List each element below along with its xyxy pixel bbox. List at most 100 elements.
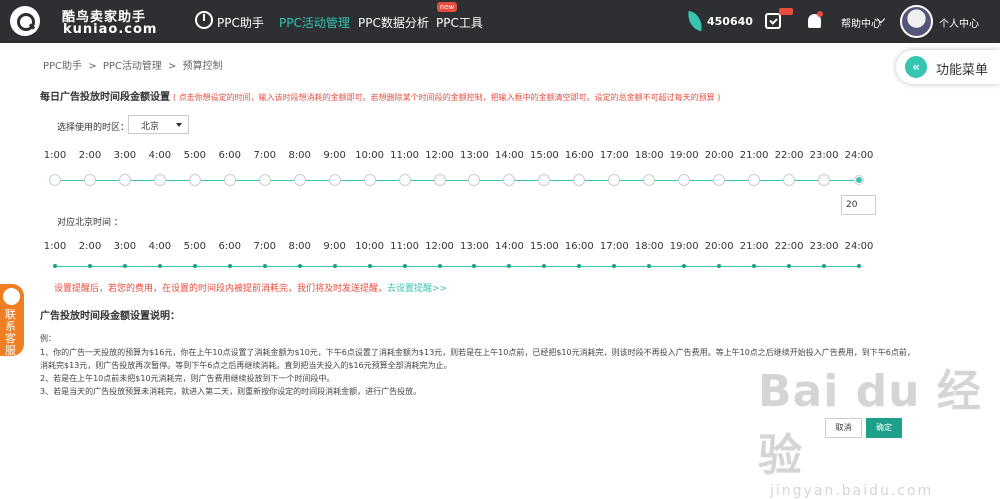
hour-label: 10:00 (355, 150, 385, 161)
avatar[interactable] (900, 5, 933, 38)
hour-node-selected[interactable] (855, 176, 863, 184)
hour-node[interactable] (678, 174, 691, 186)
section-title-text: 每日广告投放时间段金额设置 (40, 92, 170, 103)
hour-node[interactable] (49, 174, 61, 186)
hour-label: 6:00 (218, 241, 242, 252)
hour-node[interactable] (433, 174, 446, 186)
hour-node[interactable] (818, 174, 831, 186)
hour-node[interactable] (118, 174, 131, 186)
hour-label: 15:00 (529, 241, 559, 252)
hour-label: 15:00 (529, 150, 559, 161)
hour-label: 23:00 (809, 150, 839, 161)
hour-label: 10:00 (355, 241, 385, 252)
hour-amount-input[interactable]: 20 (841, 195, 876, 215)
hour-label: 13:00 (460, 150, 489, 161)
user-center-link[interactable]: 个人中心 (939, 15, 979, 30)
hour-label: 19:00 (669, 241, 699, 252)
nav-ppc-data-analysis[interactable]: PPC数据分析 (358, 14, 429, 31)
beijing-hour-node (717, 264, 722, 268)
hour-label: 4:00 (148, 241, 172, 252)
hour-node[interactable] (503, 174, 516, 186)
hour-label: 7:00 (253, 150, 276, 161)
hour-node[interactable] (363, 174, 376, 186)
new-badge: new (437, 2, 457, 12)
hour-node[interactable] (328, 174, 341, 186)
hour-node[interactable] (398, 174, 411, 186)
beijing-hour-node (192, 264, 197, 268)
hour-node[interactable] (293, 174, 306, 186)
beijing-hour-node (437, 264, 442, 268)
hour-node[interactable] (538, 174, 551, 186)
calendar-new-badge (779, 8, 793, 15)
timeline-track (55, 180, 859, 181)
section-tip: ( 点击你想设定的时间，输入该时段想消耗的金额即可。若想删除某个时间段的金额控制… (173, 93, 721, 102)
hour-node[interactable] (573, 174, 586, 186)
set-reminder-link[interactable]: 去设置提醒>> (387, 284, 447, 294)
hour-node[interactable] (83, 174, 96, 186)
hour-node[interactable] (783, 174, 796, 186)
customer-service-label: 联系客服 (5, 308, 16, 357)
hour-label: 13:00 (460, 241, 489, 252)
hour-label: 12:00 (425, 241, 454, 252)
beijing-hour-node (402, 264, 407, 268)
hour-node[interactable] (713, 174, 726, 186)
hour-node[interactable] (258, 174, 271, 186)
customer-service-tab[interactable]: 联系客服 (0, 284, 24, 356)
top-navigation-bar: 酷鸟卖家助手 kuniao.com PPC助手 PPC活动管理 PPC数据分析 … (0, 0, 1000, 43)
timezone-label: 选择使用的时区： (57, 123, 130, 133)
hour-label: 5:00 (183, 241, 207, 252)
timezone-select[interactable]: 北京 (128, 115, 189, 134)
description-title: 广告投放时间段金额设置说明： (40, 311, 180, 322)
beijing-hour-node (157, 264, 162, 268)
breadcrumb-campaign-management[interactable]: PPC活动管理 (103, 61, 162, 72)
beijing-hour-node (612, 264, 617, 268)
breadcrumb-separator: > (88, 61, 97, 72)
hour-node[interactable] (608, 174, 621, 186)
nav-ppc-tools[interactable]: PPC工具 (436, 14, 483, 31)
hour-label: 1:00 (43, 241, 67, 252)
breadcrumb: PPC助手 > PPC活动管理 > 预算控制 (43, 57, 226, 72)
hour-label: 20:00 (704, 241, 734, 252)
logo-en-text[interactable]: kuniao.com (63, 22, 157, 37)
logo-icon[interactable] (10, 6, 40, 36)
beijing-hour-node (787, 264, 792, 268)
calendar-check-icon[interactable] (765, 13, 781, 29)
beijing-hour-node (682, 264, 687, 268)
hour-label: 18:00 (634, 241, 664, 252)
hour-label: 3:00 (113, 150, 137, 161)
hour-label: 6:00 (218, 150, 242, 161)
hour-label: 21:00 (739, 150, 769, 161)
hour-label: 3:00 (113, 241, 137, 252)
hour-label: 24:00 (844, 241, 874, 252)
hour-label: 20:00 (704, 150, 734, 161)
points-count[interactable]: 450640 (707, 15, 753, 28)
help-center-menu[interactable]: 帮助中心 (841, 15, 881, 30)
hour-node[interactable] (643, 174, 656, 186)
cancel-button[interactable]: 取消 (825, 418, 862, 438)
confirm-button[interactable]: 确定 (866, 418, 902, 438)
feather-icon (685, 10, 705, 32)
hour-node[interactable] (223, 174, 236, 186)
nav-ppc-campaign-management[interactable]: PPC活动管理 (279, 14, 350, 31)
hour-label: 22:00 (774, 241, 804, 252)
hour-label: 8:00 (288, 241, 311, 252)
description-line: 例： (40, 334, 56, 343)
watermark-url: jingyan.baidu.com (770, 483, 934, 499)
hour-node[interactable] (153, 174, 166, 186)
beijing-hour-node (542, 264, 547, 268)
hour-label: 5:00 (183, 150, 207, 161)
function-menu-button[interactable]: « 功能菜单 (896, 50, 1000, 84)
hour-label: 2:00 (78, 150, 102, 161)
hour-label: 1:00 (43, 150, 67, 161)
hour-node[interactable] (188, 174, 201, 186)
nav-ppc-assistant[interactable]: PPC助手 (217, 14, 264, 31)
beijing-hour-node (752, 264, 757, 268)
hour-label: 23:00 (809, 241, 839, 252)
function-menu-label: 功能菜单 (936, 63, 989, 78)
breadcrumb-ppc-assistant[interactable]: PPC助手 (43, 61, 82, 72)
hour-label: 18:00 (634, 150, 664, 161)
section-title: 每日广告投放时间段金额设置( 点击你想设定的时间，输入该时段想消耗的金额即可。若… (40, 88, 720, 103)
hour-node[interactable] (468, 174, 481, 186)
hour-label: 14:00 (495, 241, 524, 252)
hour-node[interactable] (748, 174, 761, 186)
